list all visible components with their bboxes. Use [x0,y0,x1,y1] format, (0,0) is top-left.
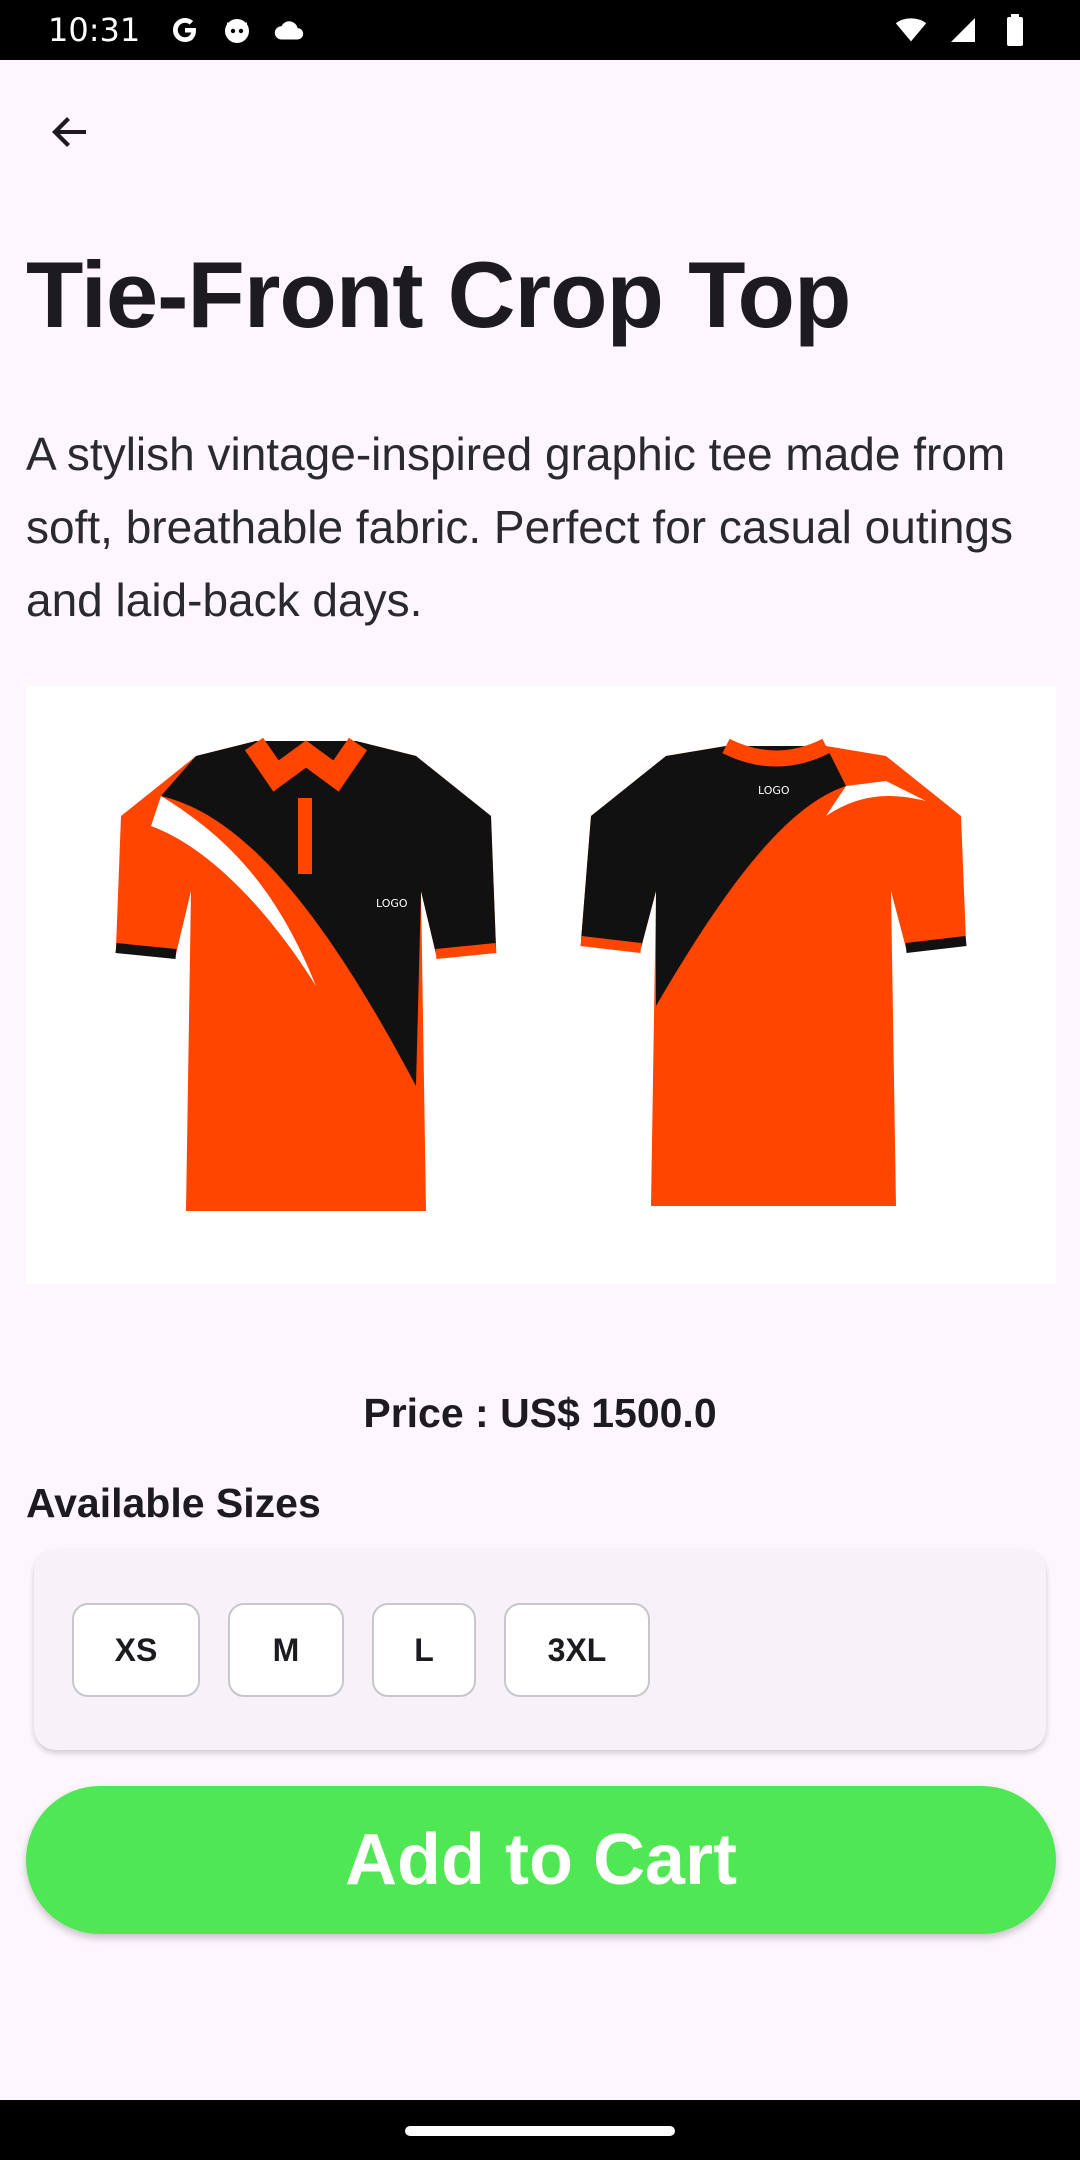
product-image: LOGO LOGO [26,686,1056,1284]
product-price: Price : US$ 1500.0 [363,1390,717,1436]
front-logo-text: LOGO [376,897,408,910]
status-icons-right [894,13,1032,47]
sizes-heading: Available Sizes [26,1480,321,1526]
cat-icon [220,13,254,47]
status-icons-left [168,13,306,47]
status-time: 10:31 [48,11,141,49]
back-logo-text: LOGO [758,784,790,797]
back-button[interactable] [26,90,114,178]
product-title: Tie-Front Crop Top [26,242,851,347]
home-gesture-handle[interactable] [405,2126,675,2136]
size-option-3xl[interactable]: 3XL [504,1603,650,1697]
arrow-left-icon [46,108,94,161]
product-description: A stylish vintage-inspired graphic tee m… [26,428,1013,626]
size-option-l[interactable]: L [372,1603,476,1697]
wifi-icon [894,13,928,47]
battery-icon [998,13,1032,47]
google-icon [168,13,202,47]
signal-icon [946,13,980,47]
shirt-front: LOGO [115,737,497,1211]
cloud-icon [272,13,306,47]
size-option-xs[interactable]: XS [72,1603,200,1697]
status-bar: 10:31 [0,0,1080,60]
sizes-card: XS M L 3XL [34,1550,1046,1750]
add-to-cart-button[interactable]: Add to Cart [26,1786,1056,1934]
size-option-m[interactable]: M [228,1603,344,1697]
shirt-back: LOGO [580,738,967,1206]
